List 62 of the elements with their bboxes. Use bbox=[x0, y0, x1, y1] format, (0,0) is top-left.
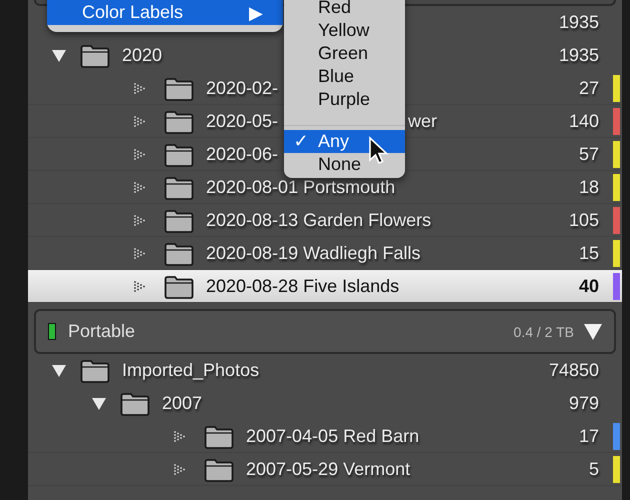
photo-count: 57 bbox=[578, 144, 599, 165]
photo-count: 105 bbox=[568, 210, 599, 231]
photo-count: 979 bbox=[568, 393, 599, 414]
folder-name: 2020-08-19 Wadliegh Falls bbox=[206, 243, 420, 264]
volume-name: Portable bbox=[68, 321, 136, 342]
folder-name: 2020-08-01 Portsmouth bbox=[206, 177, 396, 198]
photo-count: 1935 bbox=[558, 12, 599, 33]
folder-icon bbox=[164, 76, 194, 100]
photo-count: 5 bbox=[588, 459, 599, 480]
photo-count: 1935 bbox=[558, 45, 599, 66]
folder-icon bbox=[164, 110, 194, 134]
folder-name: 2007-05-29 Vermont bbox=[246, 459, 410, 480]
photo-count: 40 bbox=[578, 276, 599, 297]
dotted-arrow-icon bbox=[134, 248, 146, 260]
dotted-arrow-icon bbox=[134, 148, 146, 160]
photo-count: 140 bbox=[568, 111, 599, 132]
status-indicator bbox=[48, 323, 56, 340]
folder-name: 2020 bbox=[122, 45, 162, 66]
folder-name: 2007-04-05 Red Barn bbox=[246, 426, 420, 447]
dotted-arrow-icon bbox=[134, 214, 146, 226]
disclosure-triangle-icon[interactable] bbox=[584, 324, 602, 340]
folder-icon bbox=[164, 242, 194, 266]
menu-option[interactable]: Yellow bbox=[284, 19, 405, 42]
folder-icon bbox=[164, 142, 194, 166]
volume-capacity: 0.4 / 2 TB bbox=[514, 324, 574, 340]
dotted-arrow-icon bbox=[174, 430, 186, 442]
folder-name: Imported_Photos bbox=[122, 360, 260, 381]
menu-option[interactable]: Green bbox=[284, 42, 405, 65]
folder-name: 2020-08-13 Garden Flowers bbox=[206, 210, 432, 231]
folder-name: wer bbox=[408, 111, 438, 132]
menu-option[interactable]: Blue bbox=[284, 65, 405, 88]
folder-name: 2020-05- bbox=[206, 111, 280, 132]
menu-item[interactable]: Color Labels ▶ bbox=[47, 0, 283, 25]
folder-icon bbox=[164, 176, 194, 200]
folder-name: 2020-02- bbox=[206, 78, 278, 99]
folder-icon bbox=[80, 358, 110, 382]
dotted-arrow-icon bbox=[134, 182, 146, 194]
folder-icon bbox=[164, 274, 194, 298]
dotted-arrow-icon bbox=[134, 280, 146, 292]
dotted-arrow-icon bbox=[134, 116, 146, 128]
folder-name: 2007 bbox=[162, 393, 202, 414]
volume-header[interactable]: Portable 0.4 / 2 TB bbox=[34, 309, 616, 354]
folder-icon bbox=[204, 458, 234, 482]
disclosure-triangle-icon[interactable] bbox=[52, 364, 66, 376]
cursor-icon bbox=[368, 136, 390, 166]
menu-option[interactable]: Purple bbox=[284, 88, 405, 111]
folder-name: 2020-08-28 Five Islands bbox=[206, 276, 400, 297]
photo-count: 15 bbox=[578, 243, 599, 264]
menu-option[interactable]: Red bbox=[284, 0, 405, 19]
folder-icon bbox=[164, 208, 194, 232]
photo-count: 74850 bbox=[548, 360, 599, 381]
photo-count: 18 bbox=[578, 177, 599, 198]
dotted-arrow-icon bbox=[134, 82, 146, 94]
photo-count: 27 bbox=[578, 78, 599, 99]
folder-name: 2020-06- bbox=[206, 144, 278, 165]
folder-icon bbox=[120, 392, 150, 416]
folder-icon bbox=[204, 424, 234, 448]
photo-count: 17 bbox=[578, 426, 599, 447]
menu-option[interactable]: ✓ Any bbox=[284, 130, 405, 153]
folder-icon bbox=[80, 44, 110, 68]
menu-option[interactable]: None bbox=[284, 153, 405, 176]
dotted-arrow-icon bbox=[174, 464, 186, 476]
